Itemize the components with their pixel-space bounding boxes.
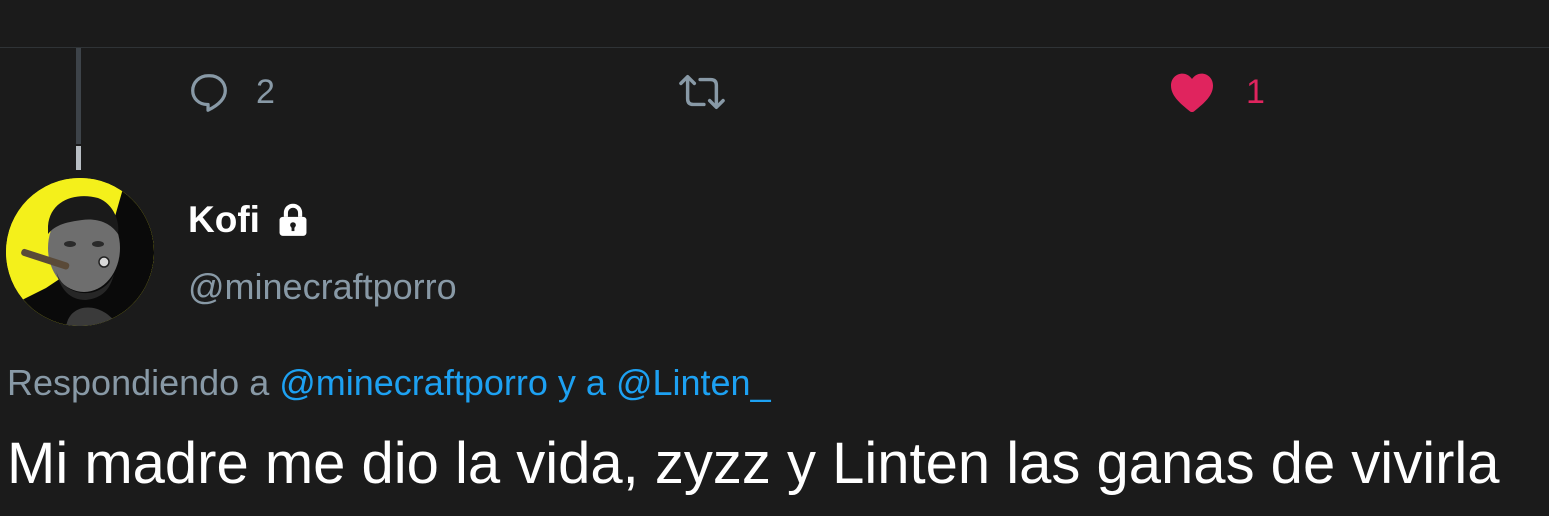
author-name-row: Kofi — [188, 196, 312, 244]
tweet-text: Mi madre me dio la vida, zyzz y Linten l… — [7, 431, 1500, 496]
replying-mention-minecraftporro[interactable]: @minecraftporro — [279, 362, 548, 403]
author-handle[interactable]: @minecraftporro — [188, 266, 457, 308]
top-divider — [0, 47, 1549, 48]
like-count: 1 — [1246, 72, 1265, 111]
avatar[interactable] — [6, 178, 154, 326]
lock-icon — [279, 203, 307, 236]
replying-prefix: Respondiendo a — [7, 362, 270, 403]
retweet-button[interactable] — [674, 66, 730, 118]
reply-count: 2 — [256, 72, 275, 111]
heart-icon — [1171, 73, 1213, 112]
tweet-action-bar: 2 1 — [0, 66, 1549, 118]
reply-bubble-icon — [191, 74, 227, 112]
author-display-name[interactable]: Kofi — [188, 199, 260, 241]
replying-mention-linten[interactable]: @Linten_ — [616, 362, 771, 403]
replying-to-line: Respondiendo a @minecraftporro y a @Lint… — [7, 362, 771, 404]
avatar-image — [6, 178, 154, 326]
reply-button[interactable]: 2 — [186, 66, 275, 118]
thread-line-end — [76, 146, 81, 170]
replying-joiner: y a — [557, 362, 606, 403]
like-button[interactable]: 1 — [1168, 66, 1265, 118]
retweet-icon — [679, 74, 725, 110]
